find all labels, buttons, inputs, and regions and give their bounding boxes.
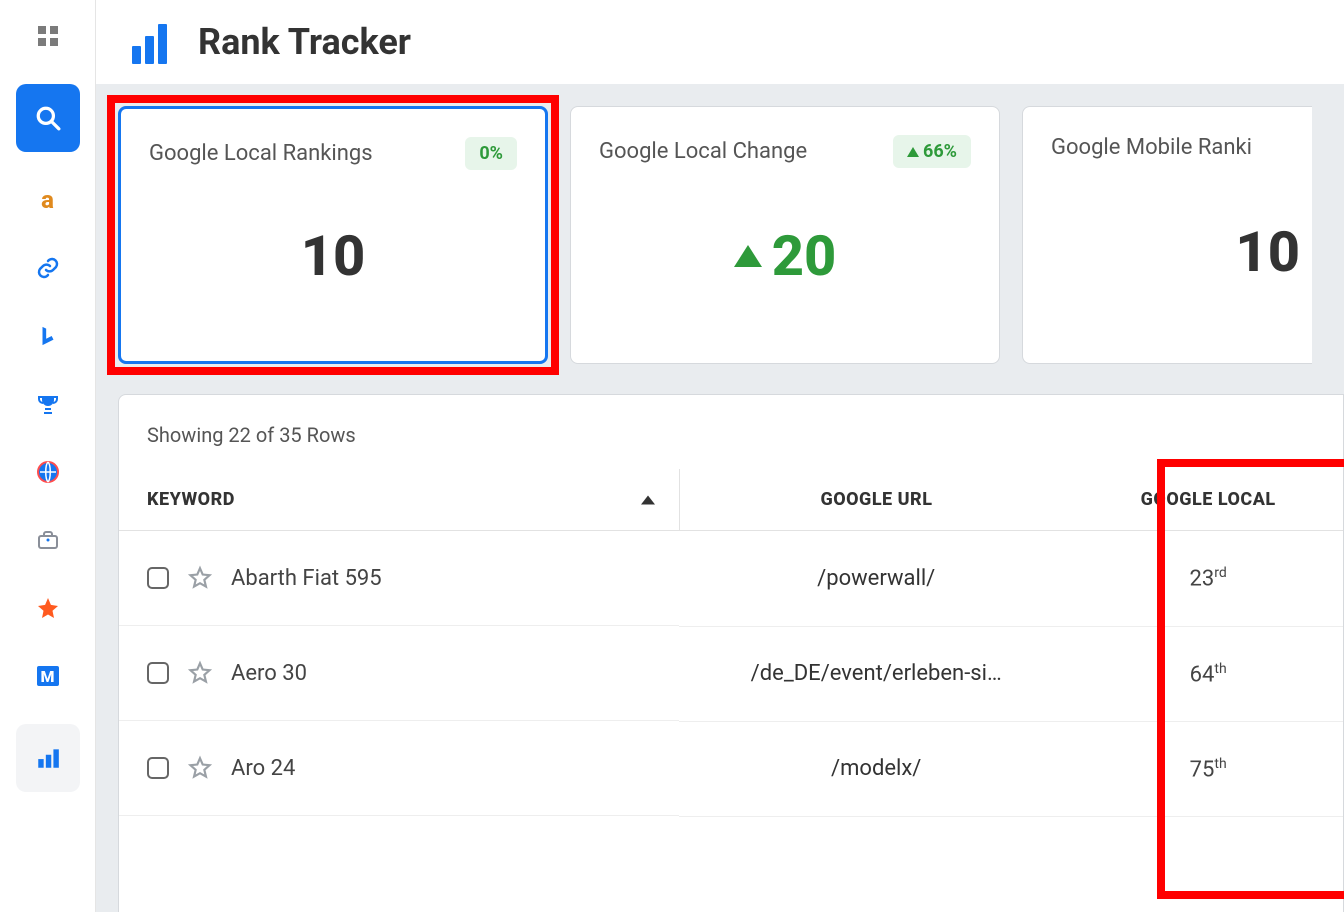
sidebar-item-links[interactable] bbox=[16, 248, 80, 288]
card-title: Google Local Rankings bbox=[149, 141, 373, 166]
grid-icon bbox=[35, 23, 61, 49]
title-bar: Rank Tracker bbox=[96, 0, 1344, 84]
sidebar-item-monitor[interactable]: M bbox=[16, 656, 80, 696]
table-row: Aero 30 /de_DE/event/erleben-si… 64th bbox=[119, 626, 1343, 721]
bar-chart-icon bbox=[35, 745, 61, 771]
star-outline-icon[interactable] bbox=[187, 660, 213, 686]
col-header-keyword[interactable]: KEYWORD bbox=[119, 469, 679, 531]
sidebar-item-competitions[interactable] bbox=[16, 384, 80, 424]
url-cell: /modelx/ bbox=[679, 721, 1073, 816]
row-checkbox[interactable] bbox=[147, 757, 169, 779]
col-header-local[interactable]: GOOGLE LOCAL bbox=[1073, 469, 1343, 531]
card-badge: 0% bbox=[465, 137, 517, 170]
keyword-text: Abarth Fiat 595 bbox=[231, 566, 382, 591]
sidebar-item-favorites[interactable] bbox=[16, 588, 80, 628]
content: Google Local Rankings 0% 10 Google Local… bbox=[96, 84, 1344, 912]
card-metric: 10 bbox=[301, 223, 366, 289]
url-cell: /de_DE/event/erleben-si… bbox=[679, 626, 1073, 721]
card-metric: 10 bbox=[1235, 219, 1300, 285]
sidebar-item-bing[interactable] bbox=[16, 316, 80, 356]
keyword-table: KEYWORD GOOGLE URL GOOGLE LOCAL bbox=[119, 469, 1343, 817]
card-google-local-rankings[interactable]: Google Local Rankings 0% 10 bbox=[118, 106, 548, 364]
star-outline-icon[interactable] bbox=[187, 565, 213, 591]
keyword-table-panel: Showing 22 of 35 Rows KEYWORD GOOGLE URL… bbox=[118, 394, 1344, 912]
card-metric: 20 bbox=[772, 223, 837, 289]
monitor-icon: M bbox=[37, 666, 59, 686]
rank-cell: 23rd bbox=[1073, 531, 1343, 627]
star-filled-icon bbox=[35, 595, 61, 621]
card-google-mobile-rankings[interactable]: Google Mobile Ranki 10 bbox=[1022, 106, 1312, 364]
trophy-icon bbox=[35, 391, 61, 417]
row-checkbox[interactable] bbox=[147, 662, 169, 684]
link-icon bbox=[35, 255, 61, 281]
star-outline-icon[interactable] bbox=[187, 755, 213, 781]
main: Rank Tracker Google Local Rankings 0% 10 bbox=[96, 0, 1344, 912]
col-header-url[interactable]: GOOGLE URL bbox=[679, 469, 1073, 531]
sidebar-item-rank-tracker[interactable] bbox=[16, 724, 80, 792]
trend-up-icon bbox=[734, 245, 762, 267]
page-title: Rank Tracker bbox=[198, 21, 411, 63]
card-title: Google Local Change bbox=[599, 139, 807, 164]
globe-icon bbox=[35, 459, 61, 485]
card-google-local-change[interactable]: Google Local Change 66% 20 bbox=[570, 106, 1000, 364]
search-icon bbox=[35, 105, 61, 131]
bing-icon bbox=[35, 323, 61, 349]
row-checkbox[interactable] bbox=[147, 567, 169, 589]
rank-cell: 75th bbox=[1073, 721, 1343, 816]
rank-cell: 64th bbox=[1073, 626, 1343, 721]
sidebar-item-amazon[interactable]: a bbox=[16, 180, 80, 220]
row-count-label: Showing 22 of 35 Rows bbox=[119, 423, 1343, 447]
trend-up-icon bbox=[907, 147, 919, 157]
sort-asc-icon bbox=[641, 495, 655, 504]
sidebar-item-globe[interactable] bbox=[16, 452, 80, 492]
sidebar-item-dashboard[interactable] bbox=[16, 16, 80, 56]
metric-cards: Google Local Rankings 0% 10 Google Local… bbox=[118, 106, 1344, 364]
sidebar: a bbox=[0, 0, 96, 912]
keyword-text: Aero 30 bbox=[231, 661, 307, 686]
toolbox-icon bbox=[35, 527, 61, 553]
sidebar-item-toolbox[interactable] bbox=[16, 520, 80, 560]
rank-tracker-logo-icon bbox=[132, 20, 176, 64]
url-cell: /powerwall/ bbox=[679, 531, 1073, 627]
table-row: Aro 24 /modelx/ 75th bbox=[119, 721, 1343, 816]
sidebar-item-search[interactable] bbox=[16, 84, 80, 152]
card-title: Google Mobile Ranki bbox=[1051, 135, 1252, 160]
card-badge: 66% bbox=[893, 135, 971, 168]
keyword-text: Aro 24 bbox=[231, 756, 295, 781]
table-row: Abarth Fiat 595 /powerwall/ 23rd bbox=[119, 531, 1343, 627]
amazon-icon: a bbox=[35, 187, 61, 213]
